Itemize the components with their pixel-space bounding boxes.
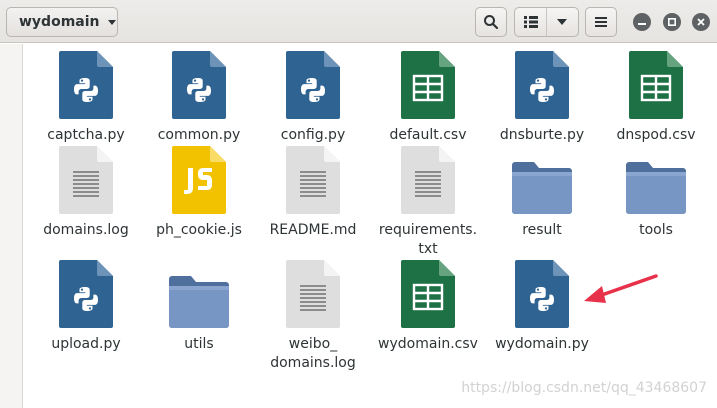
folder-icon (169, 276, 229, 328)
minimize-icon (638, 23, 646, 25)
minimize-button[interactable] (633, 13, 651, 31)
file-name: requirements. txt (378, 222, 478, 257)
hamburger-menu-button[interactable] (585, 7, 617, 37)
spreadsheet-file-icon (629, 51, 683, 119)
file-name: common.py (157, 127, 241, 143)
watermark-text: https://blog.csdn.net/qq_43468607 (461, 380, 707, 396)
maximize-icon (668, 18, 676, 26)
chevron-down-icon (107, 19, 116, 25)
file-item[interactable]: ph_cookie.js (143, 146, 255, 240)
javascript-file-icon (172, 146, 226, 214)
file-name: weibo_ domains.log (270, 336, 356, 371)
text-file-icon (401, 146, 455, 214)
folder-name: tools (639, 222, 673, 238)
file-item[interactable]: README.md (257, 146, 369, 240)
hamburger-icon (595, 17, 607, 27)
file-item[interactable]: requirements. txt (372, 146, 484, 259)
file-name: wydomain.py (495, 336, 589, 352)
file-item[interactable]: domains.log (30, 146, 142, 240)
python-file-icon (515, 51, 569, 119)
spreadsheet-file-icon (401, 260, 455, 328)
folder-name: utils (184, 336, 214, 352)
header-bar: wydomain (0, 0, 717, 43)
file-name: dnspod.csv (616, 127, 696, 143)
close-icon (697, 18, 705, 26)
search-button[interactable] (475, 7, 507, 37)
folder-item[interactable]: result (486, 146, 598, 240)
python-file-icon (59, 51, 113, 119)
folder-icon (626, 162, 686, 214)
file-name: upload.py (51, 336, 121, 352)
file-item[interactable]: wydomain.csv (372, 260, 484, 354)
folder-item[interactable]: utils (143, 260, 255, 354)
list-view-toggle[interactable] (515, 8, 546, 36)
file-item[interactable]: config.py (257, 51, 369, 145)
folder-name: result (522, 222, 562, 238)
close-button[interactable] (692, 13, 710, 31)
folder-icon (512, 162, 572, 214)
file-name: wydomain.csv (378, 336, 478, 352)
text-file-icon (59, 146, 113, 214)
maximize-button[interactable] (663, 13, 681, 31)
list-view-icon (523, 16, 538, 28)
text-file-icon (286, 260, 340, 328)
file-name: dnsburte.py (499, 127, 585, 143)
file-item[interactable]: common.py (143, 51, 255, 145)
file-name: ph_cookie.js (156, 222, 242, 238)
chevron-down-icon (557, 19, 568, 25)
python-file-icon (59, 260, 113, 328)
file-item[interactable]: captcha.py (30, 51, 142, 145)
python-file-icon (172, 51, 226, 119)
red-arrow-annotation (584, 274, 658, 303)
spreadsheet-file-icon (401, 51, 455, 119)
file-item[interactable]: dnsburte.py (486, 51, 598, 145)
file-name: captcha.py (47, 127, 125, 143)
location-path-button[interactable]: wydomain (6, 7, 118, 37)
view-menu-dropdown[interactable] (547, 8, 578, 36)
file-name: README.md (269, 222, 357, 238)
text-file-icon (286, 146, 340, 214)
file-item[interactable]: dnspod.csv (600, 51, 712, 145)
view-options-button[interactable] (514, 7, 579, 37)
python-file-icon (286, 51, 340, 119)
folder-item[interactable]: tools (600, 146, 712, 240)
python-file-icon (515, 260, 569, 328)
file-name: domains.log (43, 222, 129, 238)
file-name: config.py (280, 127, 346, 143)
folder-name-label: wydomain (19, 14, 100, 30)
file-item[interactable]: upload.py (30, 260, 142, 354)
file-item[interactable]: weibo_ domains.log (257, 260, 369, 373)
sidebar-edge (0, 44, 23, 408)
file-item[interactable]: default.csv (372, 51, 484, 145)
file-name: default.csv (389, 127, 467, 143)
search-icon (484, 15, 499, 30)
